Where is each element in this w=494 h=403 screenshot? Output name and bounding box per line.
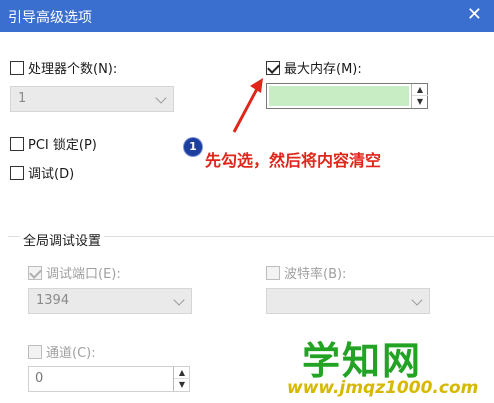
debug-port-value: 1394 xyxy=(36,293,70,308)
debug-port-option[interactable]: 调试端口(E): xyxy=(28,263,121,282)
pci-lock-option[interactable]: PCI 锁定(P) xyxy=(10,134,97,153)
channel-label: 通道(C): xyxy=(46,346,96,361)
channel-option[interactable]: 通道(C): xyxy=(28,342,96,361)
baud-rate-label: 波特率(B): xyxy=(284,267,347,282)
debug-port-checkbox[interactable] xyxy=(28,265,42,280)
channel-value[interactable]: 0 xyxy=(35,371,43,386)
channel-stepper[interactable]: 0 ▲ ▼ xyxy=(28,366,190,392)
channel-spin-buttons: ▲ ▼ xyxy=(173,367,190,391)
debug-port-select[interactable]: 1394 xyxy=(28,288,192,314)
watermark-logo: 学知网 xyxy=(302,339,423,383)
step-badge: 1 xyxy=(184,138,202,156)
baud-rate-select[interactable] xyxy=(266,288,430,314)
pci-lock-checkbox[interactable] xyxy=(10,136,24,151)
chevron-down-icon xyxy=(411,294,423,306)
channel-checkbox[interactable] xyxy=(28,344,42,359)
annotation-text: 先勾选，然后将内容清空 xyxy=(205,151,382,170)
baud-rate-checkbox[interactable] xyxy=(266,265,280,280)
spin-down-icon[interactable]: ▼ xyxy=(174,379,190,391)
chevron-down-icon xyxy=(173,294,185,306)
spin-up-icon[interactable]: ▲ xyxy=(174,367,190,379)
global-debug-title: 全局调试设置 xyxy=(20,230,105,249)
debug-option[interactable]: 调试(D) xyxy=(10,163,74,182)
debug-port-label: 调试端口(E): xyxy=(46,267,121,282)
debug-label: 调试(D) xyxy=(28,167,75,182)
pci-lock-label: PCI 锁定(P) xyxy=(28,138,97,153)
watermark-url: www.jmqz1000.com xyxy=(287,378,479,398)
baud-rate-option[interactable]: 波特率(B): xyxy=(266,263,346,282)
debug-checkbox[interactable] xyxy=(10,165,24,180)
